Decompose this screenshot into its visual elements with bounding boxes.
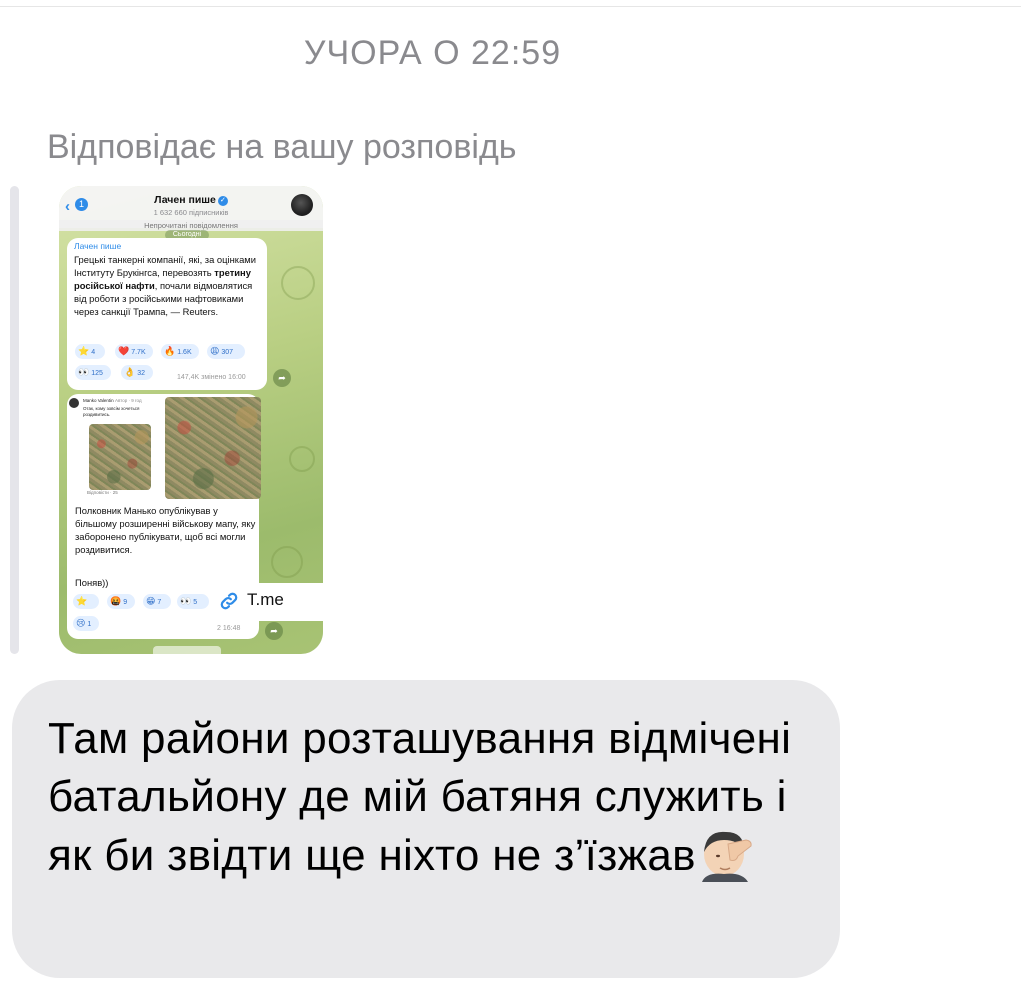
verified-icon: ✓ xyxy=(217,196,228,206)
link-sticker[interactable]: T.me xyxy=(212,583,323,621)
post-meta: 147,4K змінено 16:00 xyxy=(177,374,246,381)
embedded-avatar xyxy=(69,398,79,408)
post-text: Грецькі танкерні компанії, які, за оцінк… xyxy=(74,254,256,317)
home-indicator xyxy=(153,646,221,654)
story-thumbnail[interactable]: ‹ 1 Лачен пише ✓ 1 632 660 підписників Не… xyxy=(59,186,323,654)
post-author: Лачен пише xyxy=(74,241,122,251)
embedded-footer: Відповісти · 25 xyxy=(87,490,118,495)
map-image xyxy=(165,397,261,499)
background-doodle xyxy=(289,446,315,472)
map-image xyxy=(89,424,151,490)
reaction-chip[interactable]: 👀 5 xyxy=(177,594,209,609)
channel-title-row: Лачен пише ✓ xyxy=(59,194,323,206)
story-reply-note: Відповідає на вашу розповідь xyxy=(47,128,517,166)
message-bubble[interactable]: Там райони розташування відмічені баталь… xyxy=(12,680,840,978)
reaction-chip[interactable]: ⭐ xyxy=(73,594,99,609)
reaction-chip[interactable]: 🔥 1.6K xyxy=(161,344,199,359)
post-text: Полковник Манько опублікував у більшому … xyxy=(75,505,256,555)
facepalm-emoji-icon xyxy=(698,826,754,882)
embedded-author: Manko Valentin Автор · 9 год xyxy=(83,398,142,403)
embedded-text: Отак, кому зовсім хочеться роздивитись. xyxy=(83,406,140,417)
reaction-chip[interactable]: ❤️ 7.7K xyxy=(115,344,153,359)
embedded-screenshot: Manko Valentin Автор · 9 год Отак, кому … xyxy=(69,396,163,500)
forward-icon[interactable]: ➦ xyxy=(273,369,291,387)
top-divider xyxy=(0,6,1021,7)
message-timestamp: УЧОРА О 22:59 xyxy=(303,34,562,72)
background-doodle xyxy=(271,546,303,578)
post-meta: 2 16:48 xyxy=(217,625,241,632)
channel-title: Лачен пише xyxy=(154,194,216,206)
forward-icon[interactable]: ➦ xyxy=(265,622,283,640)
reply-indicator-bar xyxy=(10,186,19,654)
reaction-chip[interactable]: 😩 307 xyxy=(207,344,245,359)
channel-subscribers: 1 632 660 підписників xyxy=(153,208,229,217)
channel-post: Лачен пише Грецькі танкерні компанії, як… xyxy=(67,238,267,390)
reaction-chip[interactable]: 👀 125 xyxy=(75,365,111,380)
background-doodle xyxy=(281,266,315,300)
reaction-chip[interactable]: 😁 7 xyxy=(143,594,171,609)
reaction-chip[interactable]: ⭐ 4 xyxy=(75,344,105,359)
link-sticker-label: T.me xyxy=(247,590,284,609)
post-text: Поняв)) xyxy=(75,577,109,588)
reaction-chip[interactable]: 👌 32 xyxy=(121,365,153,380)
reaction-chip[interactable]: 😢 1 xyxy=(73,616,99,631)
reaction-chip[interactable]: 🤬 9 xyxy=(107,594,135,609)
link-icon xyxy=(220,592,238,610)
message-text: Там райони розташування відмічені баталь… xyxy=(48,714,792,882)
channel-avatar[interactable] xyxy=(291,194,313,216)
